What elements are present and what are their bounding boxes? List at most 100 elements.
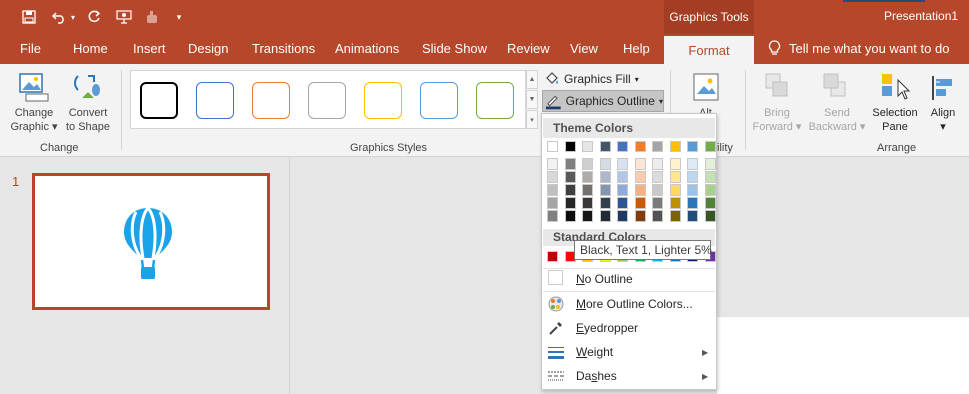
color-cell[interactable]	[564, 210, 576, 222]
tab-design[interactable]: Design	[188, 41, 228, 56]
color-cell[interactable]	[617, 197, 628, 209]
color-cell[interactable]	[582, 210, 593, 222]
tab-view[interactable]: View	[570, 41, 598, 56]
graphics-styles-gallery[interactable]	[130, 70, 526, 129]
color-cell[interactable]	[652, 210, 663, 222]
color-cell[interactable]	[652, 197, 663, 209]
color-cell[interactable]	[634, 184, 646, 196]
color-cell[interactable]	[547, 141, 558, 152]
color-cell[interactable]	[599, 184, 611, 196]
selection-pane-button[interactable]: Selection Pane	[868, 106, 922, 134]
undo-icon[interactable]	[50, 8, 68, 26]
color-cell[interactable]	[687, 210, 698, 222]
color-cell[interactable]	[582, 171, 593, 183]
style-swatch[interactable]	[252, 82, 290, 119]
color-cell[interactable]	[704, 158, 716, 170]
color-cell[interactable]	[669, 210, 681, 222]
color-cell[interactable]	[582, 184, 593, 196]
color-cell[interactable]	[617, 158, 628, 170]
color-cell[interactable]	[687, 171, 698, 183]
style-swatch[interactable]	[476, 82, 514, 119]
color-cell[interactable]	[669, 158, 681, 170]
present-from-start-icon[interactable]	[115, 8, 133, 26]
send-backward-button[interactable]: Send Backward ▾	[804, 106, 870, 134]
color-cell[interactable]	[582, 197, 593, 209]
color-cell[interactable]	[634, 171, 646, 183]
color-cell[interactable]	[652, 141, 663, 152]
style-swatch[interactable]	[140, 82, 178, 119]
color-cell[interactable]	[617, 141, 628, 152]
tab-help[interactable]: Help	[623, 41, 650, 56]
color-cell[interactable]	[652, 171, 663, 183]
color-cell[interactable]	[547, 158, 558, 170]
color-cell[interactable]	[617, 210, 628, 222]
color-cell[interactable]	[669, 184, 681, 196]
color-cell[interactable]	[547, 171, 558, 183]
tab-format[interactable]: Format	[664, 36, 754, 64]
color-cell[interactable]	[564, 171, 576, 183]
graphics-outline-button[interactable]: Graphics Outline ▾	[542, 90, 664, 112]
color-cell[interactable]	[687, 184, 698, 196]
color-cell[interactable]	[547, 184, 558, 196]
gallery-scroll-down-icon[interactable]: ▼	[526, 90, 538, 109]
color-cell[interactable]	[564, 184, 576, 196]
color-cell[interactable]	[617, 171, 628, 183]
color-cell[interactable]	[582, 158, 593, 170]
more-outline-colors-item[interactable]: More Outline Colors...	[576, 297, 693, 311]
color-cell[interactable]	[704, 141, 716, 152]
standard-color-cell[interactable]	[547, 251, 558, 262]
color-cell[interactable]	[634, 141, 646, 152]
tab-home[interactable]: Home	[73, 41, 108, 56]
gallery-scroll-up-icon[interactable]: ▲	[526, 70, 538, 89]
style-swatch[interactable]	[196, 82, 234, 119]
tell-me-search[interactable]: Tell me what you want to do	[768, 40, 949, 56]
tab-review[interactable]: Review	[507, 41, 550, 56]
send-backward-icon[interactable]	[822, 72, 848, 103]
undo-dropdown-icon[interactable]: ▾	[68, 8, 78, 26]
gallery-more-icon[interactable]: ▾	[526, 110, 538, 129]
tab-insert[interactable]: Insert	[133, 41, 166, 56]
convert-to-shape-icon[interactable]	[72, 72, 104, 105]
tab-slide-show[interactable]: Slide Show	[422, 41, 487, 56]
color-cell[interactable]	[599, 158, 611, 170]
color-cell[interactable]	[599, 197, 611, 209]
alt-text-icon[interactable]	[692, 72, 724, 107]
align-icon[interactable]	[930, 74, 956, 105]
no-outline-item[interactable]: No Outline	[576, 272, 633, 286]
tab-transitions[interactable]: Transitions	[252, 41, 315, 56]
color-cell[interactable]	[704, 210, 716, 222]
align-button[interactable]: Align ▾	[926, 106, 960, 134]
color-cell[interactable]	[599, 141, 611, 152]
color-cell[interactable]	[687, 158, 698, 170]
color-cell[interactable]	[599, 171, 611, 183]
dashes-item[interactable]: Dashes	[576, 369, 617, 383]
color-cell[interactable]	[704, 197, 716, 209]
hot-air-balloon-icon[interactable]	[121, 206, 175, 280]
color-cell[interactable]	[669, 197, 681, 209]
convert-to-shape-button[interactable]: Convert to Shape	[60, 106, 116, 134]
color-cell[interactable]	[547, 197, 558, 209]
color-cell[interactable]	[687, 197, 698, 209]
tab-file[interactable]: File	[20, 41, 41, 56]
color-cell[interactable]	[599, 210, 611, 222]
color-cell[interactable]	[652, 158, 663, 170]
redo-icon[interactable]	[85, 8, 103, 26]
touch-mode-icon[interactable]	[143, 8, 161, 26]
color-cell[interactable]	[652, 184, 663, 196]
selection-pane-icon[interactable]	[880, 72, 911, 105]
save-icon[interactable]	[20, 8, 38, 26]
color-cell[interactable]	[634, 210, 646, 222]
color-cell[interactable]	[634, 158, 646, 170]
style-swatch[interactable]	[364, 82, 402, 119]
color-cell[interactable]	[582, 141, 593, 152]
change-graphic-button[interactable]: Change Graphic ▾	[8, 106, 60, 134]
color-cell[interactable]	[704, 171, 716, 183]
style-swatch[interactable]	[308, 82, 346, 119]
customize-toolbar-icon[interactable]: ▾	[172, 8, 186, 26]
slide-canvas[interactable]	[717, 317, 969, 394]
bring-forward-icon[interactable]	[764, 72, 790, 103]
color-cell[interactable]	[669, 141, 681, 152]
color-cell[interactable]	[617, 184, 628, 196]
color-cell[interactable]	[547, 210, 558, 222]
bring-forward-button[interactable]: Bring Forward ▾	[748, 106, 806, 134]
